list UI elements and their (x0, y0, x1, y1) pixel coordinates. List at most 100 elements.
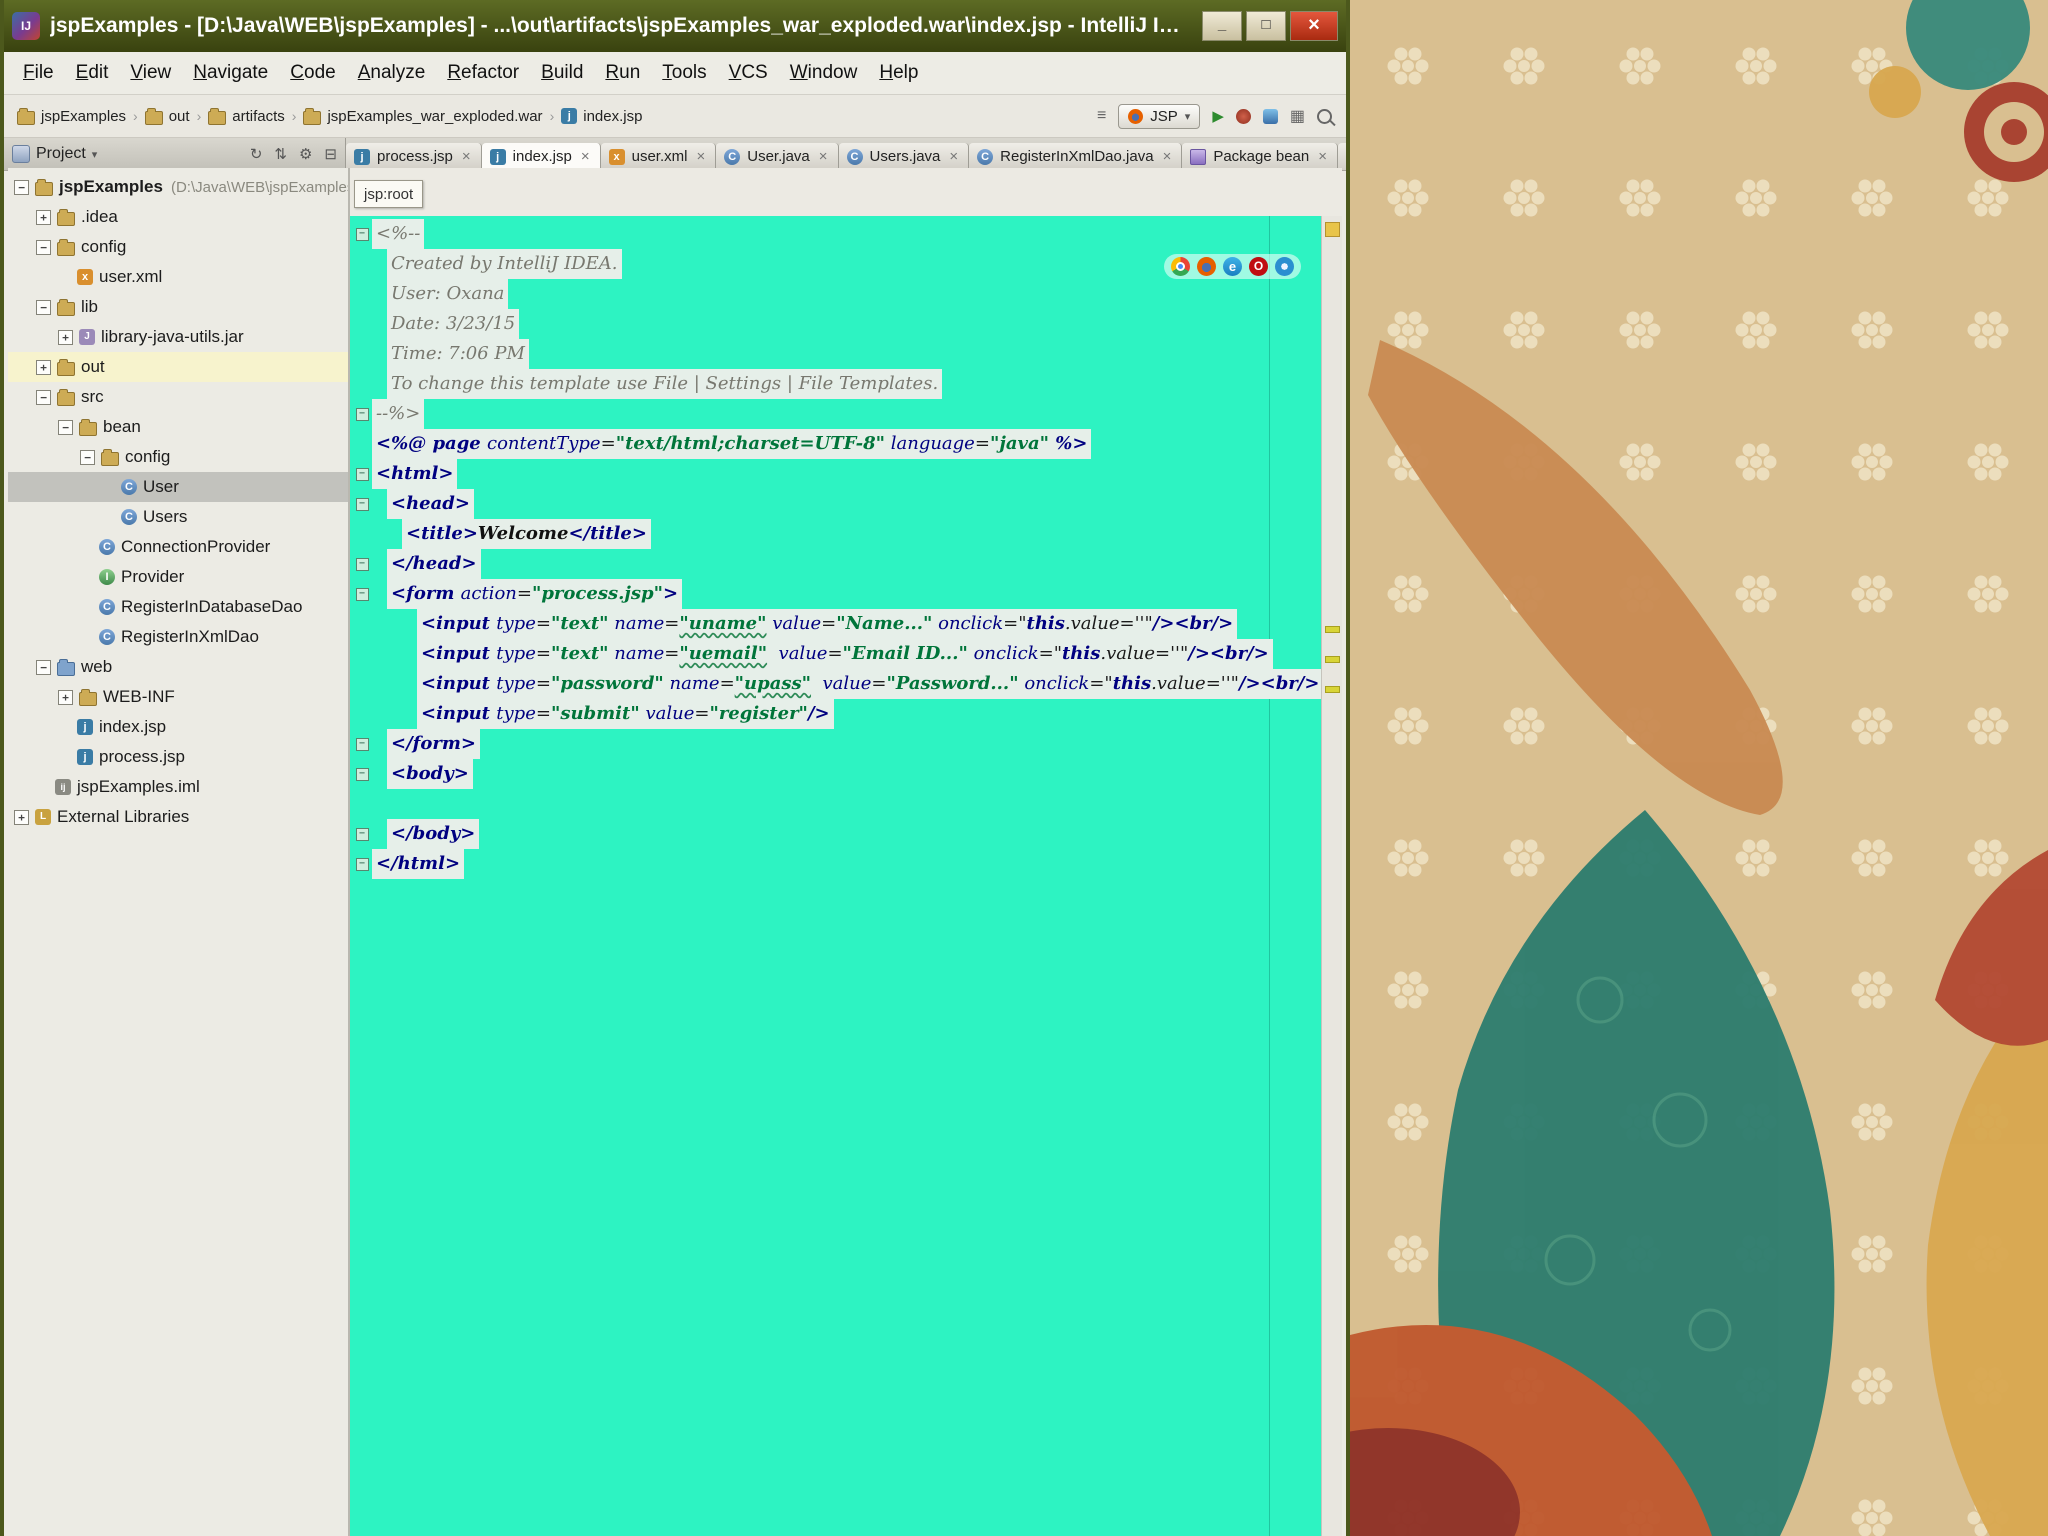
menu-item-refactor[interactable]: Refactor (436, 62, 530, 84)
refresh-icon[interactable]: ↻ (250, 145, 263, 163)
tree-item-registerinxmldao[interactable]: CRegisterInXmlDao (8, 622, 348, 652)
tree-item-library-java-utils-jar[interactable]: +Jlibrary-java-utils.jar (8, 322, 348, 352)
close-icon[interactable]: × (1318, 148, 1327, 165)
analysis-status-icon[interactable] (1325, 222, 1340, 237)
menu-item-file[interactable]: File (12, 62, 65, 84)
editor-breadcrumb[interactable]: jsp:root (354, 180, 423, 208)
collapse-all-icon[interactable]: ⊟ (324, 145, 337, 163)
tree-toggle-icon[interactable]: − (36, 240, 51, 255)
tree-toggle-icon[interactable]: − (80, 450, 95, 465)
tree-toggle-icon[interactable]: − (36, 660, 51, 675)
profiler-icon[interactable] (1263, 109, 1278, 124)
tree-item-user[interactable]: CUser (8, 472, 348, 502)
gear-icon[interactable]: ⚙ (299, 145, 312, 163)
coverage-icon[interactable] (1236, 109, 1251, 124)
tree-item-connectionprovider[interactable]: CConnectionProvider (8, 532, 348, 562)
tree-toggle-icon[interactable]: − (36, 300, 51, 315)
breadcrumb-item[interactable]: jspExamples_war_exploded.war (300, 108, 545, 125)
warning-stripe-mark[interactable] (1325, 626, 1340, 633)
menu-item-tools[interactable]: Tools (651, 62, 717, 84)
close-icon[interactable]: × (949, 148, 958, 165)
firefox-icon[interactable] (1197, 257, 1216, 276)
search-icon[interactable] (1317, 109, 1332, 124)
tree-item-web-inf[interactable]: +WEB-INF (8, 682, 348, 712)
breadcrumb-item[interactable]: jspExamples (14, 108, 129, 125)
safari-icon[interactable] (1275, 257, 1294, 276)
close-icon[interactable]: × (696, 148, 705, 165)
menu-item-help[interactable]: Help (868, 62, 929, 84)
close-icon[interactable]: × (581, 148, 590, 165)
editor-tab[interactable]: Package bean× (1182, 143, 1338, 170)
tree-item--idea[interactable]: +.idea (8, 202, 348, 232)
editor-tab[interactable]: jindex.jsp× (482, 143, 601, 170)
close-button[interactable]: × (1290, 11, 1338, 41)
tree-toggle-icon[interactable]: − (14, 180, 29, 195)
tree-item-bean[interactable]: −bean (8, 412, 348, 442)
fold-marker-icon[interactable]: − (352, 558, 372, 571)
editor-tab[interactable]: CUsers.java× (839, 143, 970, 170)
tree-toggle-icon[interactable]: + (14, 810, 29, 825)
fold-marker-icon[interactable]: − (352, 738, 372, 751)
menu-item-analyze[interactable]: Analyze (347, 62, 437, 84)
tree-item-user-xml[interactable]: xuser.xml (8, 262, 348, 292)
editor-tab[interactable]: CUser.java× (716, 143, 838, 170)
close-icon[interactable]: × (819, 148, 828, 165)
tree-item-external-libraries[interactable]: +LExternal Libraries (8, 802, 348, 832)
tree-item-index-jsp[interactable]: jindex.jsp (8, 712, 348, 742)
tree-item-provider[interactable]: IProvider (8, 562, 348, 592)
fold-marker-icon[interactable]: − (352, 228, 372, 241)
tree-item-out[interactable]: +out (8, 352, 348, 382)
tree-item-users[interactable]: CUsers (8, 502, 348, 532)
breadcrumb-item[interactable]: out (142, 108, 193, 125)
fold-marker-icon[interactable]: − (352, 858, 372, 871)
tree-toggle-icon[interactable]: + (58, 330, 73, 345)
fold-marker-icon[interactable]: − (352, 408, 372, 421)
menu-item-edit[interactable]: Edit (65, 62, 120, 84)
menu-item-view[interactable]: View (119, 62, 182, 84)
menu-item-window[interactable]: Window (779, 62, 869, 84)
tree-toggle-icon[interactable]: + (36, 210, 51, 225)
tree-item-lib[interactable]: −lib (8, 292, 348, 322)
tree-item-config[interactable]: −config (8, 442, 348, 472)
breadcrumb-item[interactable]: artifacts (205, 108, 288, 125)
tree-item-web[interactable]: −web (8, 652, 348, 682)
grid-icon[interactable]: ▦ (1290, 106, 1305, 126)
tree-item-jspexamples[interactable]: −jspExamples(D:\Java\WEB\jspExamples) (8, 172, 348, 202)
sort-icon[interactable]: ⇅ (274, 145, 287, 163)
code-area[interactable]: −<%--Created by IntelliJ IDEA.User: Oxan… (350, 216, 1322, 879)
minimize-button[interactable]: _ (1202, 11, 1242, 41)
close-icon[interactable]: × (462, 148, 471, 165)
ie-icon[interactable] (1223, 257, 1242, 276)
title-bar[interactable]: IJ jspExamples - [D:\Java\WEB\jspExample… (4, 0, 1346, 52)
run-config-select[interactable]: JSP ▾ (1118, 104, 1200, 129)
close-icon[interactable]: × (1163, 148, 1172, 165)
chrome-icon[interactable] (1171, 257, 1190, 276)
fold-marker-icon[interactable]: − (352, 768, 372, 781)
tree-item-jspexamples-iml[interactable]: ijjspExamples.iml (8, 772, 348, 802)
menu-item-run[interactable]: Run (594, 62, 651, 84)
tree-toggle-icon[interactable]: + (58, 690, 73, 705)
warning-stripe-mark[interactable] (1325, 686, 1340, 693)
error-stripe[interactable] (1321, 216, 1342, 1536)
tree-toggle-icon[interactable]: − (36, 390, 51, 405)
fold-marker-icon[interactable]: − (352, 498, 372, 511)
warning-stripe-mark[interactable] (1325, 656, 1340, 663)
fold-marker-icon[interactable]: − (352, 828, 372, 841)
editor-surface[interactable]: −<%--Created by IntelliJ IDEA.User: Oxan… (350, 216, 1322, 1536)
tree-toggle-icon[interactable]: − (58, 420, 73, 435)
opera-icon[interactable] (1249, 257, 1268, 276)
changes-icon[interactable]: ≡ (1097, 107, 1106, 125)
restore-button[interactable]: □ (1246, 11, 1286, 41)
menu-item-code[interactable]: Code (279, 62, 346, 84)
tree-toggle-icon[interactable]: + (36, 360, 51, 375)
run-button[interactable]: ▶ (1212, 107, 1224, 125)
tree-item-config[interactable]: −config (8, 232, 348, 262)
fold-marker-icon[interactable]: − (352, 588, 372, 601)
tree-item-src[interactable]: −src (8, 382, 348, 412)
editor-tab[interactable]: xuser.xml× (601, 143, 717, 170)
menu-item-navigate[interactable]: Navigate (182, 62, 279, 84)
menu-item-vcs[interactable]: VCS (718, 62, 779, 84)
menu-item-build[interactable]: Build (530, 62, 594, 84)
fold-marker-icon[interactable]: − (352, 468, 372, 481)
breadcrumb-item[interactable]: jindex.jsp (558, 108, 645, 125)
